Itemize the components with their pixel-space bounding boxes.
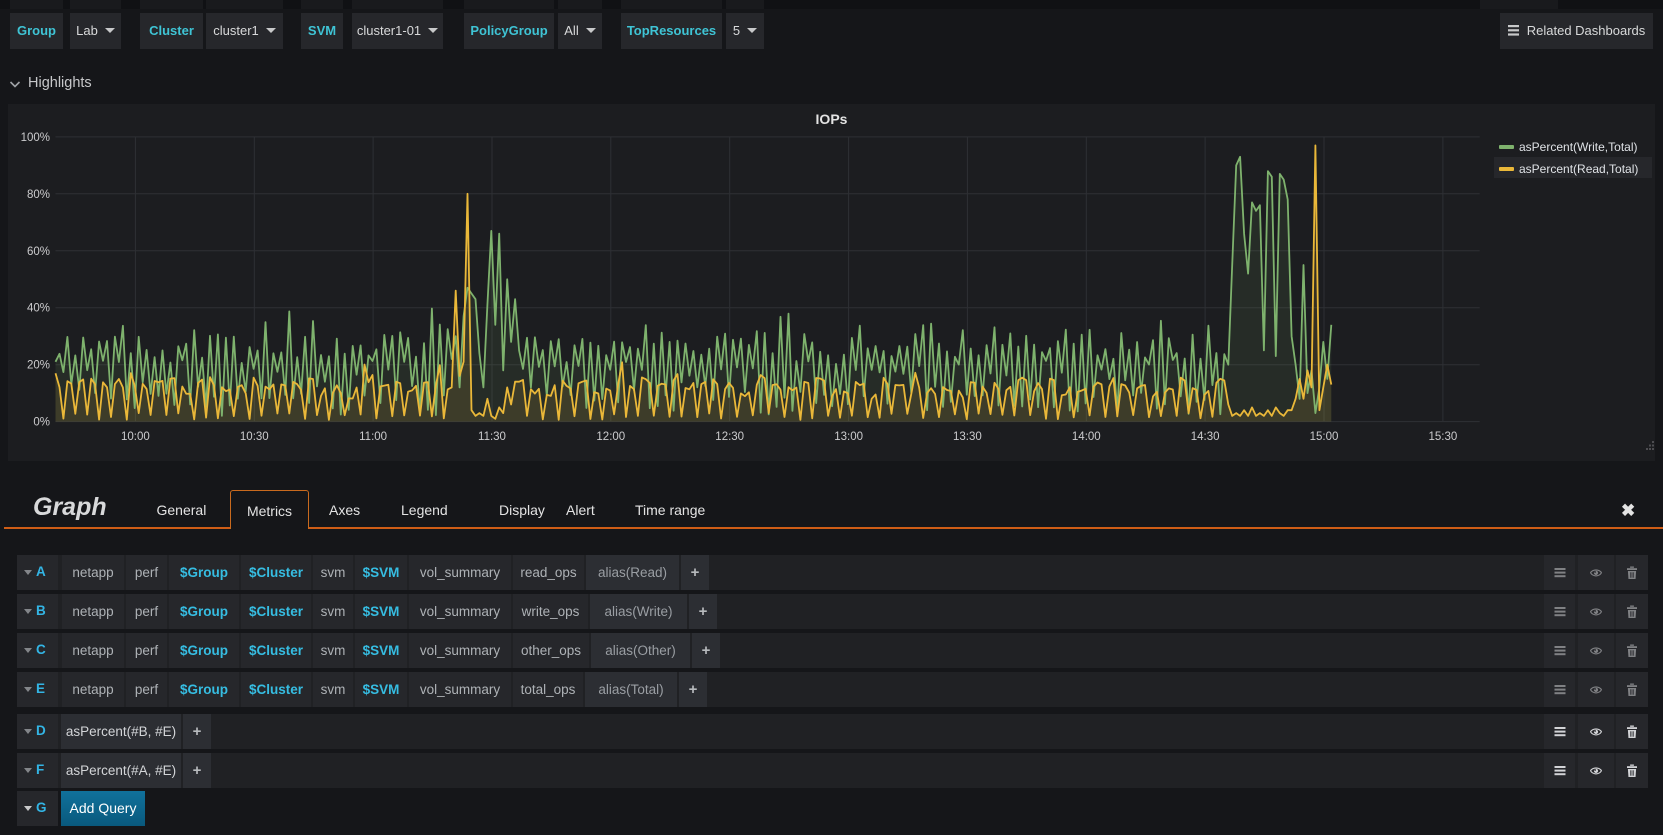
svg-text:20%: 20% (27, 360, 50, 372)
svg-text:14:30: 14:30 (1191, 431, 1220, 443)
svg-text:13:30: 13:30 (953, 431, 982, 443)
svg-text:15:00: 15:00 (1310, 431, 1339, 443)
svg-text:100%: 100% (21, 132, 50, 144)
svg-text:10:30: 10:30 (240, 431, 269, 443)
svg-text:14:00: 14:00 (1072, 431, 1101, 443)
svg-text:40%: 40% (27, 303, 50, 315)
svg-text:13:00: 13:00 (834, 431, 863, 443)
svg-text:60%: 60% (27, 246, 50, 258)
svg-text:12:30: 12:30 (715, 431, 744, 443)
svg-text:15:30: 15:30 (1429, 431, 1458, 443)
svg-text:11:00: 11:00 (359, 431, 387, 443)
svg-text:0%: 0% (33, 417, 50, 429)
svg-text:10:00: 10:00 (121, 431, 150, 443)
svg-text:80%: 80% (27, 189, 50, 201)
svg-text:11:30: 11:30 (478, 431, 506, 443)
svg-text:12:00: 12:00 (596, 431, 625, 443)
